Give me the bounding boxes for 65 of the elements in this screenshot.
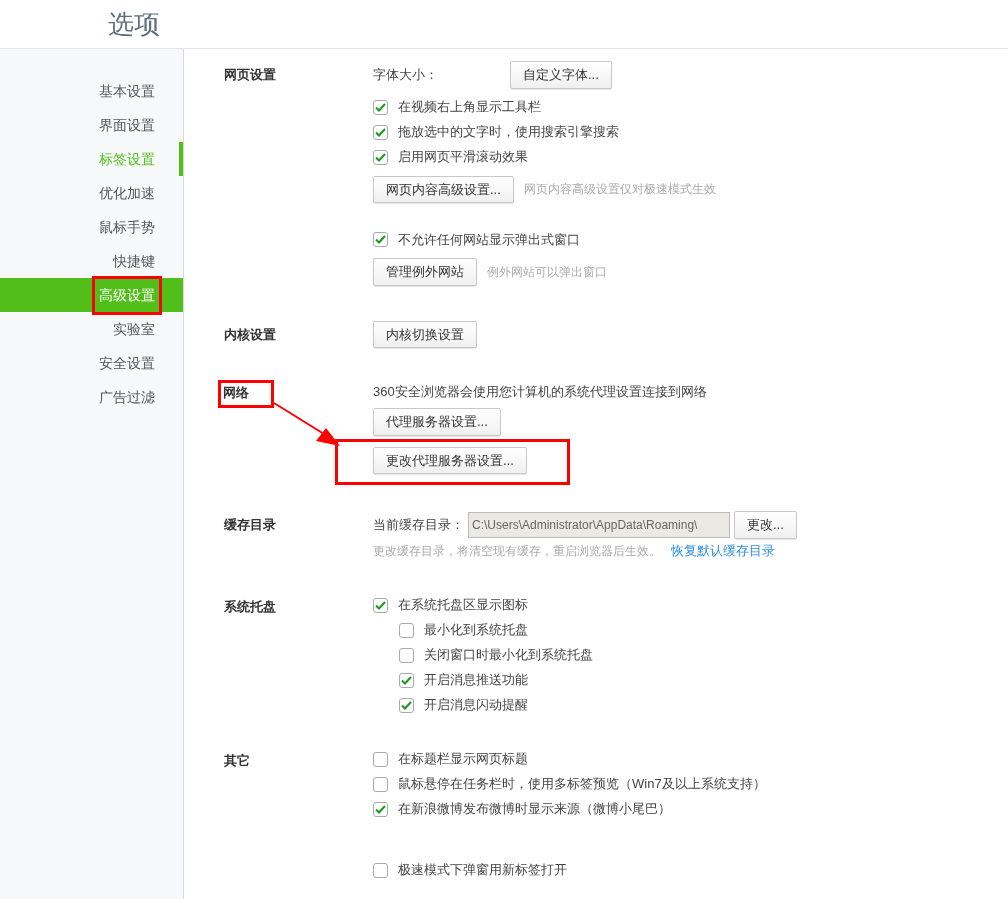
section-title: 内核设置 [224,325,276,344]
settings-button[interactable]: 自定义字体... [510,61,612,89]
change-button[interactable]: 更改... [734,511,797,539]
checkbox[interactable] [399,622,414,638]
settings-button[interactable]: 网页内容高级设置... [373,175,514,203]
restore-default-link[interactable]: 恢复默认缓存目录 [671,541,775,561]
checkbox-label: 开启消息闪动提醒 [424,696,528,715]
checkbox-label: 鼠标悬停在任务栏时，使用多标签预览（Win7及以上系统支持） [398,775,766,794]
active-indicator [179,142,183,176]
checkbox[interactable] [399,647,414,663]
section-title: 缓存目录 [224,516,276,534]
checkbox[interactable] [373,801,388,817]
checkbox-label: 开启消息推送功能 [424,671,528,690]
sidebar-item[interactable]: 安全设置 [95,350,159,376]
description-text: 360安全浏览器会使用您计算机的系统代理设置连接到网络 [373,382,707,401]
checkbox[interactable] [373,776,388,792]
check-icon [375,102,386,112]
checkbox[interactable] [399,697,414,713]
check-icon [375,600,386,610]
checkbox-label: 关闭窗口时最小化到系统托盘 [424,646,593,665]
check-icon [375,127,386,137]
path-field[interactable]: C:\Users\Administrator\AppData\Roaming\ [468,511,730,538]
sidebar-item[interactable]: 优化加速 [95,180,159,206]
checkbox[interactable] [399,672,414,688]
check-icon [375,152,386,162]
checkbox-label: 极速模式下弹窗用新标签打开 [398,861,567,880]
hint-text: 例外网站可以弹出窗口 [487,263,607,281]
checkbox[interactable] [373,751,388,767]
checkbox-label: 不允许任何网站显示弹出式窗口 [398,230,580,249]
sidebar-item[interactable]: 广告过滤 [95,384,159,410]
checkbox[interactable] [373,597,388,613]
settings-button[interactable]: 更改代理服务器设置... [373,446,527,474]
checkbox-label: 在标题栏显示网页标题 [398,750,528,769]
settings-button[interactable]: 内核切换设置 [373,320,477,348]
checkbox[interactable] [373,149,388,165]
section-title: 网络 [221,383,271,405]
hint-text: 更改缓存目录，将清空现有缓存，重启浏览器后生效。 [373,543,661,560]
section-title: 系统托盘 [224,597,276,616]
sidebar-item[interactable]: 实验室 [109,316,159,342]
checkbox-label: 在系统托盘区显示图标 [398,596,528,615]
settings-button[interactable]: 管理例外网站 [373,258,477,286]
check-icon [375,804,386,814]
checkbox[interactable] [373,99,388,115]
checkbox-label: 在视频右上角显示工具栏 [398,98,541,117]
settings-button[interactable]: 代理服务器设置... [373,408,501,436]
checkbox-label: 最小化到系统托盘 [424,621,528,640]
checkbox-label: 启用网页平滑滚动效果 [398,148,528,167]
sidebar-item[interactable]: 界面设置 [95,112,159,138]
check-icon [375,235,386,244]
window-title: 选项 [108,9,160,39]
hint-text: 网页内容高级设置仅对极速模式生效 [523,181,716,199]
section-title: 网页设置 [224,66,276,84]
section-title: 其它 [224,751,250,770]
check-icon [401,700,412,710]
checkbox[interactable] [373,232,388,247]
checkbox[interactable] [373,862,388,878]
sidebar-item[interactable]: 基本设置 [95,78,159,104]
check-icon [401,675,412,685]
checkbox[interactable] [373,124,388,140]
sidebar-item[interactable]: 鼠标手势 [95,214,159,240]
field-label: 当前缓存目录： [373,516,464,534]
sidebar-item[interactable]: 快捷键 [109,248,159,274]
checkbox-label: 拖放选中的文字时，使用搜索引擎搜索 [398,123,619,142]
field-label: 字体大小： [373,66,438,84]
checkbox-label: 在新浪微博发布微博时显示来源（微博小尾巴） [398,800,671,819]
